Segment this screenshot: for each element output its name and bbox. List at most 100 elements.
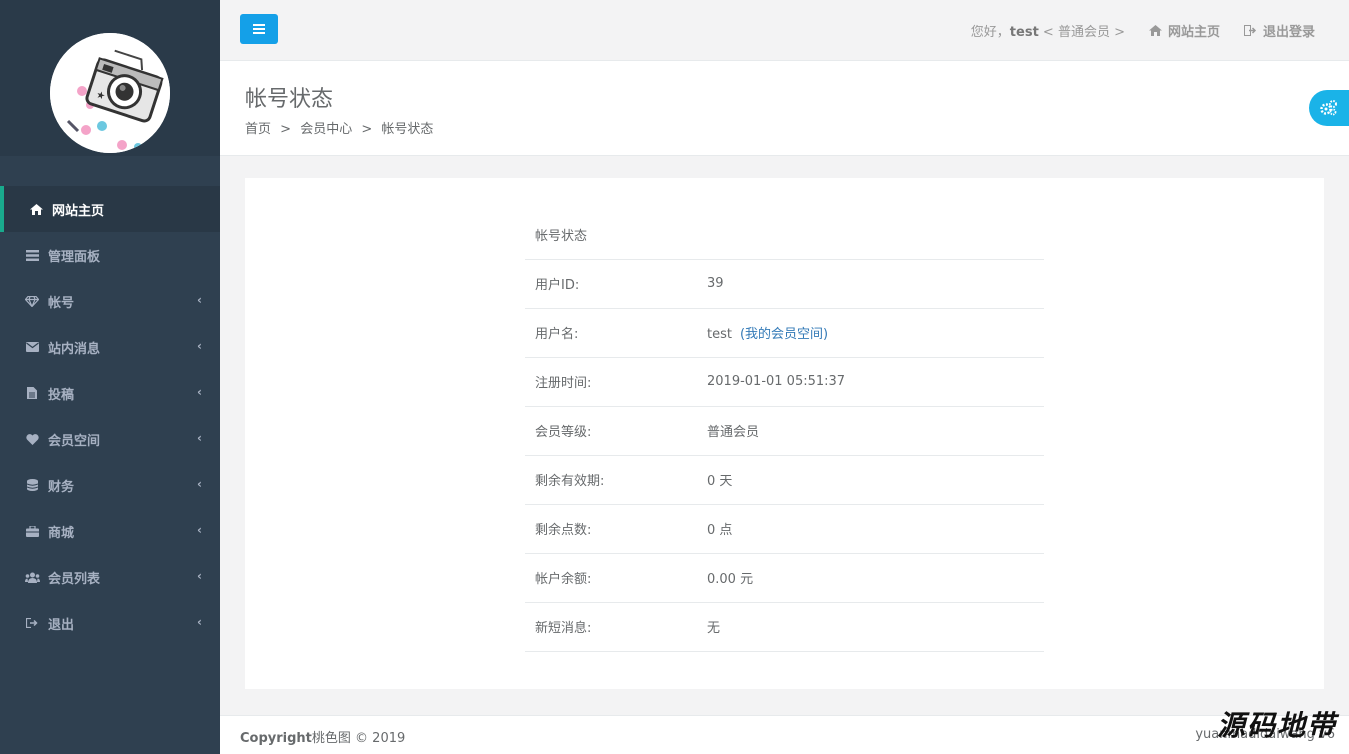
status-value-cell: 39 xyxy=(697,259,1044,309)
sidebar-item-1[interactable]: 管理面板 xyxy=(0,232,220,278)
account-status-panel: 帐号状态 用户ID: 39 用户名: test (我的会员空间) 注册时间: 2019-01… xyxy=(245,178,1324,689)
chevron-left-icon: ‹ xyxy=(197,339,202,353)
file-icon xyxy=(24,386,40,400)
home-icon xyxy=(28,202,44,216)
status-key: 帐户余额: xyxy=(525,553,697,603)
theme-settings-button[interactable] xyxy=(1309,90,1349,126)
chevron-left-icon: ‹ xyxy=(197,385,202,399)
sign-out-icon xyxy=(24,616,40,630)
status-key: 注册时间: xyxy=(525,357,697,407)
status-key: 新短消息: xyxy=(525,602,697,652)
footer-copyright: Copyright桃色图 © 2019 xyxy=(240,727,405,746)
status-value: 2019-01-01 05:51:37 xyxy=(707,374,846,389)
users-icon xyxy=(24,570,40,584)
member-space-link[interactable]: (我的会员空间) xyxy=(740,327,828,342)
greeting-level: < 普通会员 > xyxy=(1038,25,1125,40)
status-key: 剩余点数: xyxy=(525,504,697,554)
status-value-cell: 0.00 元 xyxy=(697,553,1044,603)
menu-toggle-button[interactable] xyxy=(240,14,278,44)
top-home-label: 网站主页 xyxy=(1167,25,1220,40)
status-value-cell: 0 天 xyxy=(697,455,1044,505)
sidebar-item-9[interactable]: 退出 ‹ xyxy=(0,600,220,646)
status-value: 39 xyxy=(707,276,724,291)
sidebar-item-label: 会员列表 xyxy=(48,571,101,587)
status-value: 普通会员 xyxy=(707,425,760,440)
sidebar-item-5[interactable]: 会员空间 ‹ xyxy=(0,416,220,462)
sidebar-item-label: 退出 xyxy=(48,617,75,633)
copyright-label: Copyright xyxy=(240,731,312,746)
table-row: 用户名: test (我的会员空间) xyxy=(525,308,1044,358)
footer: Copyright桃色图 © 2019 yuanmadidaiwang v6 xyxy=(220,715,1349,754)
sidebar-nav: 网站主页 管理面板 帐号 ‹ 站内消息 ‹ 投稿 ‹ 会员空间 ‹ 财务 ‹ 商城 ‹ 会员列表 ‹ 退出 ‹ xyxy=(0,186,220,646)
page-heading: 帐号状态 首页 > 会员中心 > 帐号状态 xyxy=(220,61,1349,156)
status-key: 用户ID: xyxy=(525,259,697,309)
breadcrumb-home[interactable]: 首页 xyxy=(245,122,271,137)
sidebar-item-label: 帐号 xyxy=(48,295,75,311)
chevron-left-icon: ‹ xyxy=(197,477,202,491)
chevron-left-icon: ‹ xyxy=(197,569,202,583)
avatar[interactable]: ★ xyxy=(50,33,170,153)
chevron-left-icon: ‹ xyxy=(197,293,202,307)
table-row: 新短消息: 无 xyxy=(525,602,1044,652)
sidebar-item-0[interactable]: 网站主页 xyxy=(0,186,220,232)
sidebar-item-3[interactable]: 站内消息 ‹ xyxy=(0,324,220,370)
top-logout-link[interactable]: 退出登录 xyxy=(1243,21,1315,40)
watermark: 源码地带 xyxy=(1216,709,1337,742)
briefcase-icon xyxy=(24,524,40,538)
sidebar: ★ 网站主页 管理面板 帐号 ‹ 站内消息 ‹ 投稿 ‹ 会员空间 ‹ 财务 ‹ 商城 ‹ 会员列表 ‹ 退出 ‹ xyxy=(0,0,220,754)
list-icon xyxy=(24,248,40,262)
table-row: 剩余点数: 0 点 xyxy=(525,504,1044,554)
status-value-cell: 2019-01-01 05:51:37 xyxy=(697,357,1044,407)
gears-icon xyxy=(1320,100,1337,116)
page-title: 帐号状态 xyxy=(245,87,334,112)
sidebar-item-label: 财务 xyxy=(48,479,75,495)
sidebar-item-label: 商城 xyxy=(48,525,75,541)
diamond-icon xyxy=(24,294,40,308)
envelope-icon xyxy=(24,340,40,354)
sidebar-item-2[interactable]: 帐号 ‹ xyxy=(0,278,220,324)
breadcrumb-current: 帐号状态 xyxy=(381,122,434,137)
sidebar-item-7[interactable]: 商城 ‹ xyxy=(0,508,220,554)
chevron-left-icon: ‹ xyxy=(197,523,202,537)
status-value: 0.00 元 xyxy=(707,572,754,587)
greeting-prefix: 您好， xyxy=(970,25,1010,40)
breadcrumb: 首页 > 会员中心 > 帐号状态 xyxy=(245,118,433,137)
top-right-links: 您好，test < 普通会员 > 网站主页 退出登录 xyxy=(971,0,1315,61)
home-icon xyxy=(1148,25,1162,36)
copyright-text: 桃色图 © 2019 xyxy=(311,731,406,746)
sidebar-header: ★ xyxy=(0,0,220,156)
breadcrumb-separator: > xyxy=(361,122,373,137)
status-key: 会员等级: xyxy=(525,406,697,456)
sidebar-item-8[interactable]: 会员列表 ‹ xyxy=(0,554,220,600)
sidebar-item-6[interactable]: 财务 ‹ xyxy=(0,462,220,508)
table-row: 帐户余额: 0.00 元 xyxy=(525,553,1044,603)
status-value-cell: 0 点 xyxy=(697,504,1044,554)
breadcrumb-member-center[interactable]: 会员中心 xyxy=(300,122,352,137)
status-key: 剩余有效期: xyxy=(525,455,697,505)
top-logout-label: 退出登录 xyxy=(1262,25,1315,40)
sidebar-item-4[interactable]: 投稿 ‹ xyxy=(0,370,220,416)
sign-out-icon xyxy=(1243,25,1257,36)
status-value: 0 点 xyxy=(707,523,733,538)
status-value: 无 xyxy=(707,621,721,636)
sidebar-item-label: 管理面板 xyxy=(48,249,101,265)
user-greeting: 您好，test < 普通会员 > xyxy=(971,21,1125,40)
table-header: 帐号状态 xyxy=(525,210,1044,260)
chevron-left-icon: ‹ xyxy=(197,431,202,445)
table-row: 用户ID: 39 xyxy=(525,259,1044,309)
table-row: 注册时间: 2019-01-01 05:51:37 xyxy=(525,357,1044,407)
sidebar-item-label: 投稿 xyxy=(48,387,75,403)
top-navbar: 您好，test < 普通会员 > 网站主页 退出登录 xyxy=(220,0,1349,61)
database-icon xyxy=(24,478,40,492)
chevron-left-icon: ‹ xyxy=(197,615,202,629)
status-value-cell: 无 xyxy=(697,602,1044,652)
table-row: 会员等级: 普通会员 xyxy=(525,406,1044,456)
status-value: 0 天 xyxy=(707,474,733,489)
status-value: test xyxy=(707,327,732,342)
top-home-link[interactable]: 网站主页 xyxy=(1148,21,1220,40)
heart-icon xyxy=(24,432,40,446)
status-key: 用户名: xyxy=(525,308,697,358)
greeting-username: test xyxy=(1009,25,1039,40)
table-row: 剩余有效期: 0 天 xyxy=(525,455,1044,505)
table-header-row: 帐号状态 xyxy=(525,210,1044,260)
